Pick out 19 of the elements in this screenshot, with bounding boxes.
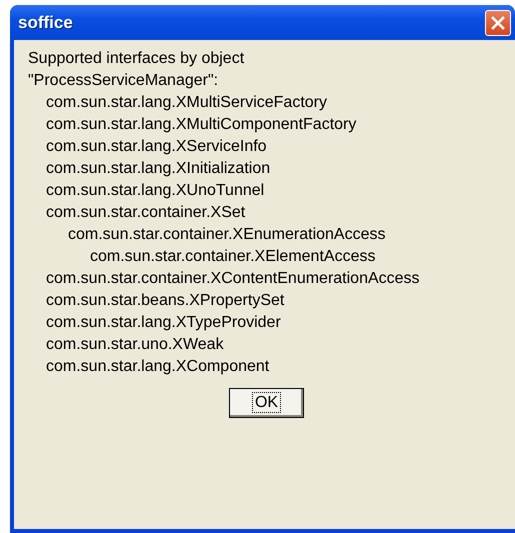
message-text: Supported interfaces by object	[28, 49, 246, 69]
interface-name: com.sun.star.container.XElementAccess	[90, 248, 376, 265]
close-icon	[490, 14, 506, 30]
interface-name: com.sun.star.lang.XTypeProvider	[46, 314, 281, 331]
interface-name: com.sun.star.container.XContentEnumerationAccess	[46, 270, 420, 287]
interface-name: com.sun.star.lang.XUnoTunnel	[46, 182, 264, 199]
interface-name: com.sun.star.lang.XMultiServiceFactory	[46, 94, 327, 111]
interface-name: com.sun.star.container.XEnumerationAccess	[68, 226, 386, 243]
close-button[interactable]	[485, 10, 511, 36]
ok-button[interactable]: OK	[229, 388, 304, 418]
window-title: soffice	[18, 12, 73, 32]
interface-name: com.sun.star.beans.XPropertySet	[46, 292, 284, 309]
interface-name: com.sun.star.lang.XComponent	[46, 358, 270, 375]
interface-name: com.sun.star.container.XSet	[46, 204, 246, 221]
interface-name: com.sun.star.lang.XMultiComponentFactory	[46, 116, 356, 133]
message-text: "ProcessServiceManager":	[28, 71, 220, 91]
interface-name: com.sun.star.uno.XWeak	[46, 336, 224, 353]
interface-name: com.sun.star.lang.XServiceInfo	[46, 138, 267, 155]
interface-name: com.sun.star.lang.XInitialization	[46, 160, 270, 177]
